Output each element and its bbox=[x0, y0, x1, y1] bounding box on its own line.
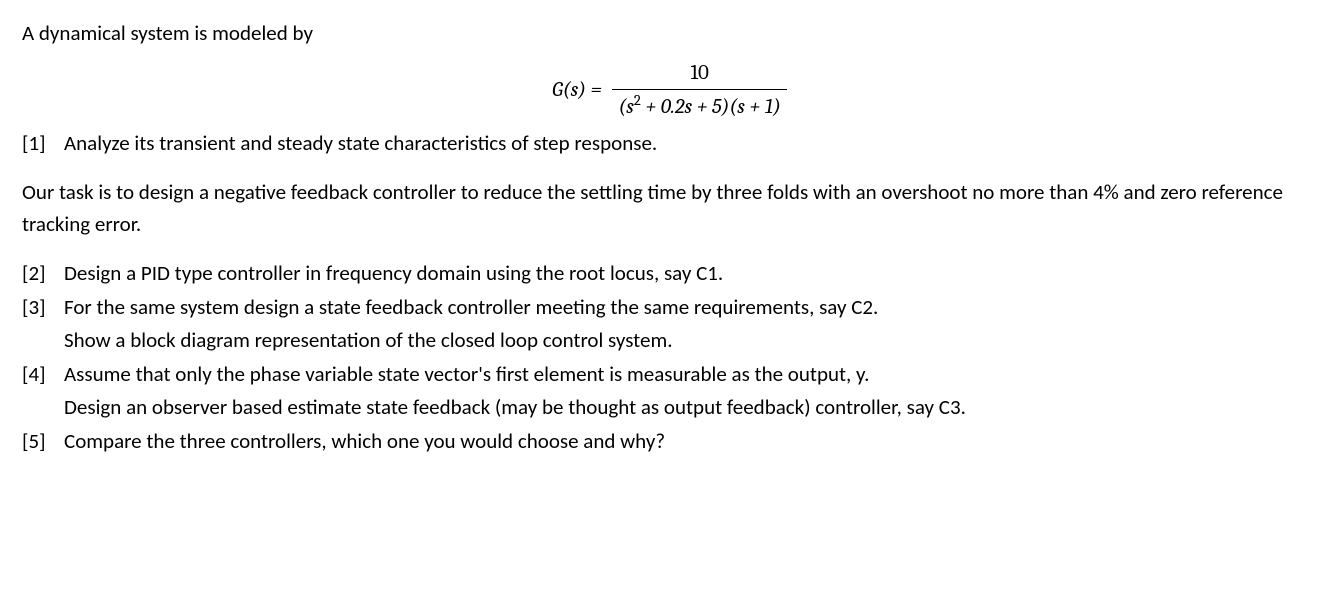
question-4-continuation: Design an observer based estimate state … bbox=[22, 392, 1317, 424]
question-3-number: [3] bbox=[22, 292, 64, 324]
question-3: [3] For the same system design a state f… bbox=[22, 292, 1317, 324]
question-2-number: [2] bbox=[22, 258, 64, 290]
equation-denominator: (s2 + 0.2s + 5)(s + 1) bbox=[612, 90, 786, 124]
question-5: [5] Compare the three controllers, which… bbox=[22, 426, 1317, 458]
equation-numerator: 10 bbox=[612, 58, 786, 91]
question-3-text: For the same system design a state feedb… bbox=[64, 292, 1317, 324]
question-3-continuation: Show a block diagram representation of t… bbox=[22, 325, 1317, 357]
question-5-text: Compare the three controllers, which one… bbox=[64, 426, 1317, 458]
question-4: [4] Assume that only the phase variable … bbox=[22, 359, 1317, 391]
transfer-function-equation: G(s) = 10 (s2 + 0.2s + 5)(s + 1) bbox=[22, 58, 1317, 124]
task-paragraph: Our task is to design a negative feedbac… bbox=[22, 177, 1317, 240]
question-1-text: Analyze its transient and steady state c… bbox=[64, 128, 1317, 160]
intro-text: A dynamical system is modeled by bbox=[22, 18, 1317, 50]
question-4-number: [4] bbox=[22, 359, 64, 391]
question-2-text: Design a PID type controller in frequenc… bbox=[64, 258, 1317, 290]
equation-fraction: 10 (s2 + 0.2s + 5)(s + 1) bbox=[612, 58, 786, 124]
question-2: [2] Design a PID type controller in freq… bbox=[22, 258, 1317, 290]
equation-lhs: G(s) = bbox=[552, 75, 608, 107]
question-4-text: Assume that only the phase variable stat… bbox=[64, 359, 1317, 391]
question-5-number: [5] bbox=[22, 426, 64, 458]
question-1-number: [1] bbox=[22, 128, 64, 160]
question-1: [1] Analyze its transient and steady sta… bbox=[22, 128, 1317, 160]
